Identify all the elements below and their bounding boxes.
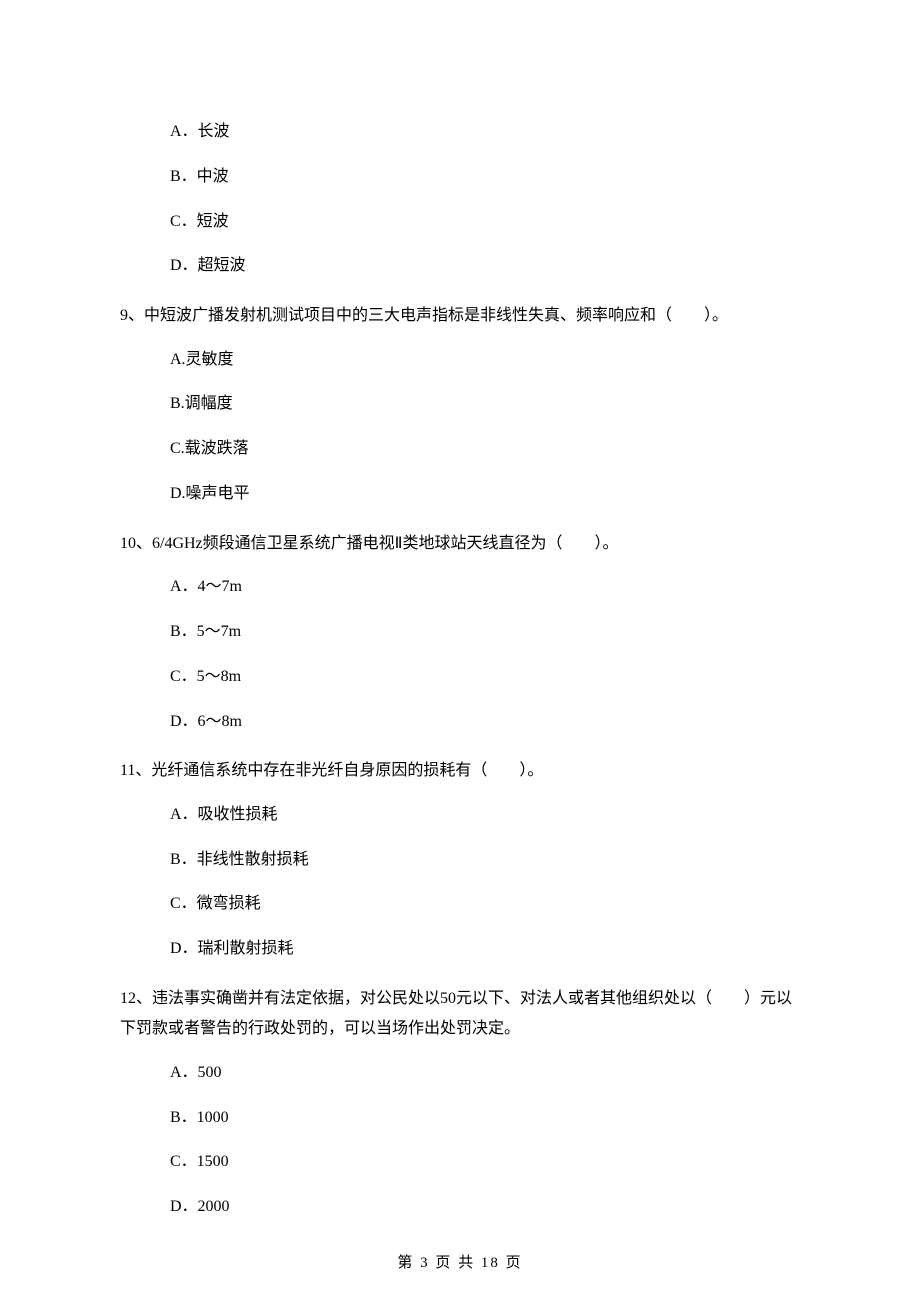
q8-option-b: B．中波 (170, 155, 800, 200)
page-footer: 第 3 页 共 18 页 (0, 1251, 920, 1272)
q11-option-c: C．微弯损耗 (170, 882, 800, 927)
q11-option-d: D．瑞利散射损耗 (170, 927, 800, 972)
q12-options: A．500 B．1000 C．1500 D．2000 (120, 1051, 800, 1230)
q12-option-b: B．1000 (170, 1096, 800, 1141)
q9-stem: 9、中短波广播发射机测试项目中的三大电声指标是非线性失真、频率响应和（ ）。 (120, 301, 800, 331)
q10-stem: 10、6/4GHz频段通信卫星系统广播电视Ⅱ类地球站天线直径为（ ）。 (120, 529, 800, 559)
q8-options: A．长波 B．中波 C．短波 D．超短波 (120, 110, 800, 289)
q8-option-c: C．短波 (170, 200, 800, 245)
q8-option-d: D．超短波 (170, 244, 800, 289)
q9-option-b: B.调幅度 (170, 382, 800, 427)
q11-option-a: A．吸收性损耗 (170, 793, 800, 838)
q10-options: A．4～7m B．5～7m C．5～8m D．6～8m (120, 565, 800, 744)
q12-option-a: A．500 (170, 1051, 800, 1096)
q10-option-d: D．6～8m (170, 700, 800, 745)
q11-stem: 11、光纤通信系统中存在非光纤自身原因的损耗有（ ）。 (120, 756, 800, 786)
q9-option-c: C.载波跌落 (170, 427, 800, 472)
page: A．长波 B．中波 C．短波 D．超短波 9、中短波广播发射机测试项目中的三大电… (0, 0, 920, 1302)
q11-option-b: B．非线性散射损耗 (170, 838, 800, 883)
q9-options: A.灵敏度 B.调幅度 C.载波跌落 D.噪声电平 (120, 338, 800, 517)
q12-option-c: C．1500 (170, 1140, 800, 1185)
q9-option-a: A.灵敏度 (170, 338, 800, 383)
q10-option-a: A．4～7m (170, 565, 800, 610)
q9-option-d: D.噪声电平 (170, 472, 800, 517)
q11-options: A．吸收性损耗 B．非线性散射损耗 C．微弯损耗 D．瑞利散射损耗 (120, 793, 800, 972)
q10-option-c: C．5～8m (170, 655, 800, 700)
q12-stem: 12、违法事实确凿并有法定依据，对公民处以50元以下、对法人或者其他组织处以（ … (120, 984, 800, 1045)
q8-option-a: A．长波 (170, 110, 800, 155)
q12-option-d: D．2000 (170, 1185, 800, 1230)
q10-option-b: B．5～7m (170, 610, 800, 655)
